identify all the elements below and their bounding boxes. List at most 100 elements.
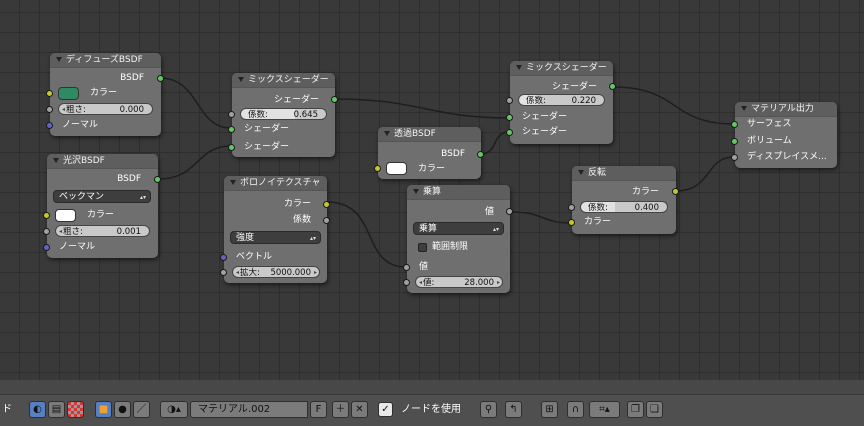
color-swatch[interactable] (386, 162, 407, 175)
distribution-dropdown[interactable]: ベックマン ▴▾ (53, 190, 151, 203)
node-header[interactable]: 透過BSDF (378, 127, 481, 142)
compositing-icon[interactable] (67, 401, 84, 418)
roughness-field[interactable]: ◂ 粗さ: 0.001 (55, 225, 150, 237)
output-socket[interactable] (609, 83, 616, 90)
node-header[interactable]: 光沢BSDF (47, 154, 158, 169)
shader-icon[interactable]: ◐ (29, 401, 46, 418)
use-nodes-checkbox[interactable]: ✓ (378, 402, 393, 417)
input-socket[interactable] (403, 264, 410, 271)
fake-user-button[interactable]: F (310, 401, 327, 418)
diffuse-bsdf-node[interactable]: ディフューズBSDF BSDF カラー ◂ 粗さ: 0.000 ノーマル (46, 53, 164, 136)
snap-element-icon[interactable]: ⌗▴ (589, 401, 620, 418)
input-socket[interactable] (403, 279, 410, 286)
pin-icon[interactable]: ⚲ (480, 401, 497, 418)
output-socket[interactable] (331, 96, 338, 103)
input-socket[interactable] (506, 114, 513, 121)
go-parent-icon[interactable]: ↰ (505, 401, 522, 418)
material-output-node[interactable]: マテリアル出力 サーフェス ボリューム ディスプレイスメ... (731, 102, 837, 168)
input-socket[interactable] (43, 212, 50, 219)
input-socket[interactable] (568, 204, 575, 211)
node-header[interactable]: ディフューズBSDF (50, 53, 161, 68)
factor-field[interactable]: 係数: 0.400 (580, 201, 668, 213)
input-socket[interactable] (46, 90, 53, 97)
input-socket[interactable] (568, 219, 575, 226)
voronoi-texture-node[interactable]: ボロノイテクスチャ カラー 係数 強度 ▴▾ ベクトル ◂ 拡大: 5000.00… (220, 176, 330, 283)
material-browse-icon[interactable]: ◑▴ (160, 401, 188, 418)
node-header[interactable]: 反転 (572, 166, 676, 181)
collapse-icon[interactable] (56, 56, 62, 62)
input-socket[interactable] (228, 126, 235, 133)
paste-icon[interactable]: ❏ (646, 401, 663, 418)
mix-shader-node-1[interactable]: ミックスシェーダー シェーダー 係数: 0.645 シェーダー シェーダー (228, 73, 338, 157)
coloring-dropdown[interactable]: 強度 ▴▾ (230, 231, 321, 244)
output-socket[interactable] (506, 208, 513, 215)
output-label: BSDF (120, 73, 144, 83)
collapse-icon[interactable] (413, 188, 419, 194)
input-socket[interactable] (228, 144, 235, 151)
collapse-icon[interactable] (578, 169, 584, 175)
clamp-checkbox[interactable] (418, 243, 427, 252)
scale-field[interactable]: ◂ 拡大: 5000.000 ▸ (232, 266, 320, 278)
input-socket[interactable] (506, 97, 513, 104)
node-header[interactable]: ミックスシェーダー (510, 61, 613, 76)
input-socket[interactable] (43, 228, 50, 235)
value-field[interactable]: ◂ 値: 28.000 ▸ (415, 276, 503, 288)
node-header[interactable]: マテリアル出力 (735, 102, 837, 117)
texture-icon[interactable]: ▤ (48, 401, 65, 418)
link-diffuse-to-mix1 (159, 77, 232, 129)
input-socket[interactable] (731, 154, 738, 161)
linestyle-icon[interactable]: ／ (133, 401, 150, 418)
collapse-icon[interactable] (238, 76, 244, 82)
input-socket[interactable] (731, 121, 738, 128)
value-input-label: 値 (419, 262, 429, 272)
output-socket[interactable] (477, 151, 484, 158)
backdrop-icon[interactable]: ⊞ (541, 401, 558, 418)
close-icon[interactable]: ✕ (351, 401, 368, 418)
collapse-icon[interactable] (230, 179, 236, 185)
factor-field[interactable]: 係数: 0.220 (518, 94, 605, 106)
node-editor-canvas[interactable]: ディフューズBSDF BSDF カラー ◂ 粗さ: 0.000 ノーマル 光沢B… (0, 0, 864, 380)
input-socket[interactable] (43, 244, 50, 251)
node-header[interactable]: ボロノイテクスチャ (224, 176, 327, 191)
snap-icon[interactable]: ∩ (567, 401, 584, 418)
add-icon[interactable]: ＋ (332, 401, 349, 418)
copy-icon[interactable]: ❐ (627, 401, 644, 418)
link-math-to-invert (510, 211, 573, 224)
node-header[interactable]: ミックスシェーダー (232, 73, 335, 88)
input-socket[interactable] (228, 111, 235, 118)
collapse-icon[interactable] (53, 157, 59, 163)
shader-input-label: シェーダー (522, 112, 568, 122)
color-swatch[interactable] (55, 209, 76, 222)
input-socket[interactable] (731, 138, 738, 145)
object-icon[interactable]: ■ (95, 401, 112, 418)
input-socket[interactable] (46, 122, 53, 129)
mode-menu[interactable]: ド (2, 401, 12, 418)
operation-dropdown[interactable]: 乗算 ▴▾ (413, 222, 504, 235)
node-header[interactable]: 乗算 (407, 185, 510, 200)
math-node[interactable]: 乗算 値 乗算 ▴▾ 範囲制限 値 ◂ 値: 28.000 ▸ (403, 185, 513, 293)
output-socket[interactable] (672, 188, 679, 195)
input-socket[interactable] (220, 254, 227, 261)
collapse-icon[interactable] (741, 105, 747, 111)
node-title: 透過BSDF (394, 129, 436, 139)
link-invert-to-output (675, 156, 735, 192)
roughness-field[interactable]: ◂ 粗さ: 0.000 (58, 103, 153, 115)
output-socket[interactable] (157, 75, 164, 82)
output-socket[interactable] (154, 176, 161, 183)
collapse-icon[interactable] (384, 130, 390, 136)
input-socket[interactable] (220, 269, 227, 276)
world-icon[interactable]: ● (114, 401, 131, 418)
transparent-bsdf-node[interactable]: 透過BSDF BSDF カラー (374, 127, 484, 179)
input-socket[interactable] (374, 165, 381, 172)
input-socket[interactable] (506, 129, 513, 136)
output-socket[interactable] (323, 201, 330, 208)
output-label: 係数 (292, 215, 311, 225)
mix-shader-node-2[interactable]: ミックスシェーダー シェーダー 係数: 0.220 シェーダー シェーダー (506, 61, 616, 144)
glossy-bsdf-node[interactable]: 光沢BSDF BSDF ベックマン ▴▾ カラー ◂ 粗さ: 0.001 ノーマル (43, 154, 161, 258)
input-socket[interactable] (46, 106, 53, 113)
output-socket[interactable] (323, 217, 330, 224)
color-swatch[interactable] (58, 87, 79, 100)
collapse-icon[interactable] (516, 64, 522, 70)
invert-node[interactable]: 反転 カラー 係数: 0.400 カラー (568, 166, 679, 234)
factor-field[interactable]: 係数: 0.645 (240, 108, 327, 120)
